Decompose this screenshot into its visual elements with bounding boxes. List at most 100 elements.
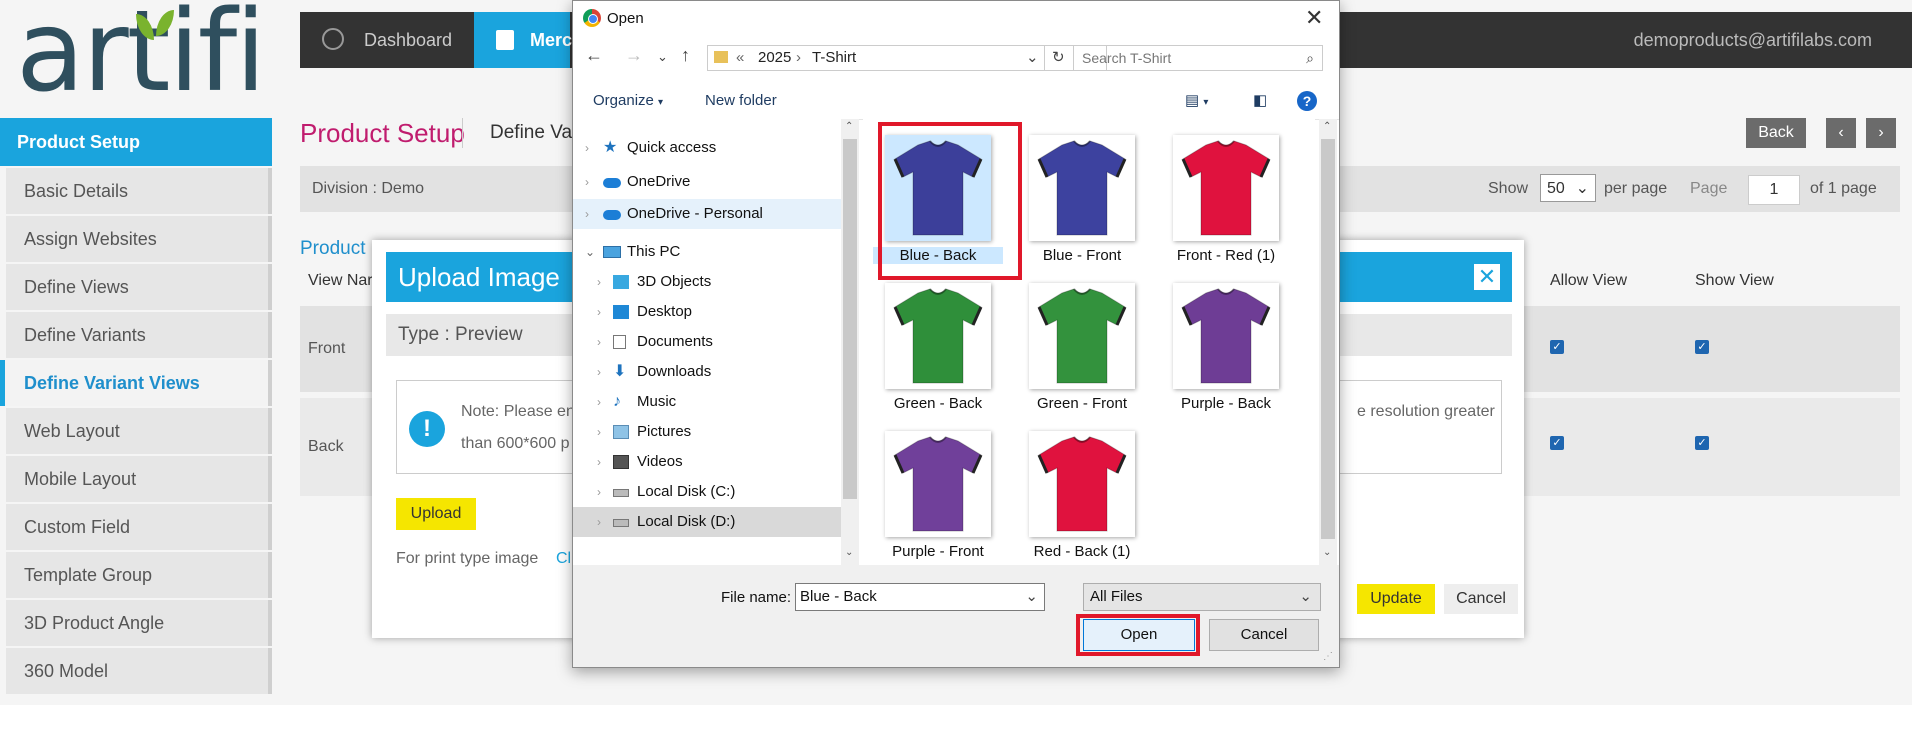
- chevron-down-icon[interactable]: ⌄: [657, 49, 668, 65]
- sidebar-item-mobile-layout[interactable]: Mobile Layout: [6, 456, 272, 502]
- show-label: Show: [1488, 180, 1529, 197]
- update-button[interactable]: Update: [1357, 584, 1435, 614]
- tshirt-thumbnail: [885, 431, 991, 537]
- tree-scroll-thumb[interactable]: [843, 139, 857, 499]
- resize-grip-icon[interactable]: ⋰: [1323, 651, 1333, 662]
- tree-item-label: Desktop: [637, 303, 693, 320]
- tree-scrollbar[interactable]: ⌃ ⌄: [841, 119, 859, 565]
- tree-item-desktop[interactable]: › Desktop: [573, 297, 841, 327]
- address-bar[interactable]: « 2025 › T-Shirt ⌄ ↻: [707, 45, 1107, 71]
- sidebar-item-360-model[interactable]: 360 Model: [6, 648, 272, 694]
- show-view-checkbox[interactable]: ✓: [1695, 340, 1709, 354]
- tree-item-videos[interactable]: › Videos: [573, 447, 841, 477]
- sidebar-item-3d-product-angle[interactable]: 3D Product Angle: [6, 600, 272, 646]
- folder-icon: [714, 51, 728, 63]
- chevron-right-icon: ›: [597, 275, 601, 289]
- file-tile[interactable]: Red - Back (1): [1017, 431, 1137, 565]
- tree-item-music[interactable]: › ♪ Music: [573, 387, 841, 417]
- document-icon: [613, 335, 626, 349]
- nav-dashboard-label: Dashboard: [364, 30, 453, 50]
- file-name-label: File name:: [721, 589, 792, 606]
- tree-item-pictures[interactable]: › Pictures: [573, 417, 841, 447]
- help-icon[interactable]: ?: [1297, 91, 1317, 111]
- file-type-select[interactable]: All Files ⌄: [1083, 583, 1321, 611]
- chevron-down-icon: ⌄: [585, 245, 596, 259]
- file-tile[interactable]: Blue - Front: [1017, 135, 1137, 271]
- file-list-scrollbar[interactable]: ⌃ ⌄: [1319, 119, 1337, 565]
- user-email[interactable]: demoproducts@artifilabs.com: [1634, 12, 1872, 68]
- chevron-right-icon: ›: [597, 485, 601, 499]
- up-arrow-icon[interactable]: ↑: [681, 45, 690, 66]
- tree-item-onedrive-personal[interactable]: › OneDrive - Personal: [573, 199, 841, 229]
- sidebar-item-template-group[interactable]: Template Group: [6, 552, 272, 598]
- sidebar-item-define-variants[interactable]: Define Variants: [6, 312, 272, 358]
- scroll-up-icon[interactable]: ⌃: [1323, 121, 1331, 132]
- scroll-down-icon[interactable]: ⌄: [1323, 547, 1331, 558]
- file-tile[interactable]: Green - Front: [1017, 283, 1137, 419]
- chevron-right-icon: ›: [597, 455, 601, 469]
- next-arrow-icon[interactable]: ›: [1866, 118, 1896, 148]
- sidebar-item-define-views[interactable]: Define Views: [6, 264, 272, 310]
- file-name-label: Purple - Front: [892, 543, 984, 560]
- file-tile[interactable]: Green - Back: [873, 283, 993, 419]
- nav-dashboard[interactable]: Dashboard: [300, 12, 474, 68]
- breadcrumb-t-shirt[interactable]: T-Shirt: [812, 46, 856, 70]
- refresh-icon[interactable]: ↻: [1052, 46, 1065, 70]
- dialog-toolbar: Organize ▾ New folder ▤ ▾ ◧ ?: [573, 83, 1339, 120]
- file-tile[interactable]: Front - Red (1): [1161, 135, 1281, 271]
- sidebar-item-assign-websites[interactable]: Assign Websites: [6, 216, 272, 262]
- chevron-down-icon[interactable]: ⌄: [1025, 584, 1038, 610]
- allow-view-checkbox[interactable]: ✓: [1550, 340, 1564, 354]
- tree-item-documents[interactable]: › Documents: [573, 327, 841, 357]
- title-divider: [462, 118, 463, 148]
- show-view-checkbox[interactable]: ✓: [1695, 436, 1709, 450]
- forward-arrow-icon[interactable]: →: [625, 45, 643, 66]
- chevron-down-icon[interactable]: ⌄: [1026, 46, 1039, 70]
- new-folder-button[interactable]: New folder: [705, 83, 777, 119]
- upload-button[interactable]: Upload: [396, 498, 476, 530]
- file-name-label: Purple - Back: [1180, 395, 1272, 412]
- tshirt-thumbnail: [1173, 283, 1279, 389]
- tree-item-downloads[interactable]: › ⬇ Downloads: [573, 357, 841, 387]
- search-input[interactable]: Search T-Shirt ⌕: [1073, 45, 1323, 71]
- separator: [1044, 46, 1045, 70]
- nav-merchant[interactable]: Merc: [474, 12, 572, 68]
- tree-item-local-disk-d[interactable]: › Local Disk (D:): [573, 507, 841, 537]
- back-button[interactable]: Back: [1746, 118, 1806, 148]
- scroll-down-icon[interactable]: ⌄: [845, 547, 853, 558]
- tree-item-onedrive[interactable]: › OneDrive: [573, 167, 841, 197]
- sidebar-item-basic-details[interactable]: Basic Details: [6, 168, 272, 214]
- sidebar: Product Setup Basic Details Assign Websi…: [0, 118, 272, 694]
- view-options-icon[interactable]: ▤ ▾: [1185, 83, 1208, 121]
- tree-item-label: OneDrive: [627, 173, 691, 190]
- cancel-button[interactable]: Cancel: [1209, 619, 1319, 651]
- prev-arrow-icon[interactable]: ‹: [1826, 118, 1856, 148]
- chevron-down-icon: ▾: [658, 97, 664, 108]
- tree-item-label: Pictures: [637, 423, 692, 440]
- organize-menu[interactable]: Organize ▾: [593, 83, 663, 121]
- breadcrumb-2025[interactable]: 2025: [758, 46, 791, 70]
- sidebar-item-custom-field[interactable]: Custom Field: [6, 504, 272, 550]
- tree-item-this-pc[interactable]: ⌄ This PC: [573, 237, 841, 267]
- tree-item-quick-access[interactable]: › ★ Quick access: [573, 133, 841, 163]
- sidebar-item-define-variant-views[interactable]: Define Variant Views: [0, 360, 272, 406]
- col-show-view: Show View: [1695, 272, 1774, 289]
- tree-item-3d-objects[interactable]: › 3D Objects: [573, 267, 841, 297]
- disk-icon: [613, 489, 629, 497]
- file-list-scroll-thumb[interactable]: [1321, 139, 1335, 539]
- file-name-input[interactable]: Blue - Back ⌄: [795, 583, 1045, 611]
- per-page-select[interactable]: 50 ⌄: [1540, 174, 1596, 202]
- close-icon[interactable]: ✕: [1305, 5, 1323, 31]
- back-arrow-icon[interactable]: ←: [585, 45, 603, 66]
- close-icon[interactable]: ✕: [1474, 264, 1500, 290]
- file-tile[interactable]: Purple - Front: [873, 431, 993, 565]
- cancel-button[interactable]: Cancel: [1444, 584, 1518, 614]
- app-background: artifi Dashboard Merc demoproducts@artif…: [0, 0, 1912, 705]
- file-tile[interactable]: Purple - Back: [1161, 283, 1281, 419]
- tree-item-local-disk-c[interactable]: › Local Disk (C:): [573, 477, 841, 507]
- sidebar-item-web-layout[interactable]: Web Layout: [6, 408, 272, 454]
- preview-pane-icon[interactable]: ◧: [1253, 83, 1267, 119]
- page-number-input[interactable]: 1: [1748, 175, 1800, 205]
- scroll-up-icon[interactable]: ⌃: [845, 121, 853, 132]
- allow-view-checkbox[interactable]: ✓: [1550, 436, 1564, 450]
